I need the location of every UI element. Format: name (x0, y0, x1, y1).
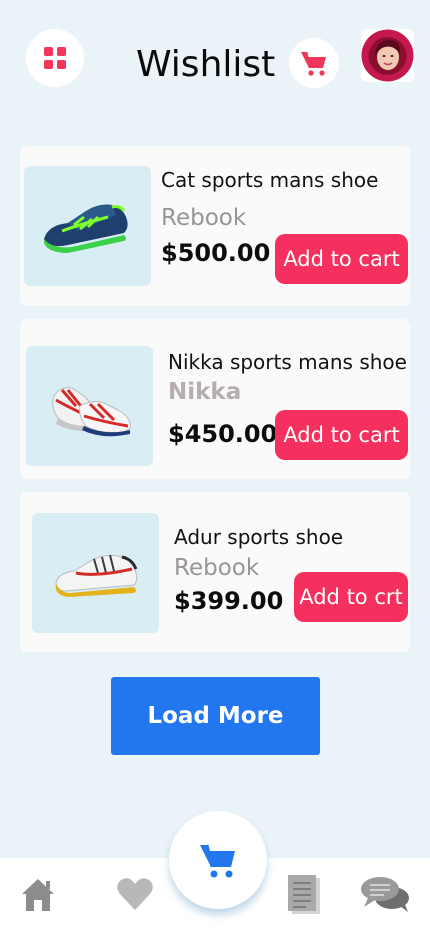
product-thumbnail (32, 513, 159, 633)
grid-menu-icon (44, 47, 66, 69)
product-name: Cat sports mans shoe (161, 168, 379, 192)
home-icon (22, 879, 54, 911)
add-to-cart-button[interactable]: Add to crt (294, 572, 408, 622)
nav-messages[interactable] (360, 874, 412, 919)
cart-icon (301, 51, 326, 76)
product-thumbnail (26, 346, 153, 466)
menu-button[interactable] (26, 29, 84, 87)
product-brand: Rebook (174, 555, 260, 581)
product-name: Adur sports shoe (174, 525, 344, 549)
cart-icon (200, 844, 235, 878)
product-thumbnail (24, 166, 151, 286)
add-to-cart-button[interactable]: Add to cart (275, 234, 408, 284)
wishlist-item: Cat sports mans shoe Rebook $500.00 Add … (20, 146, 410, 306)
heart-icon (117, 878, 153, 910)
page-title: Wishlist (136, 44, 276, 85)
product-brand: Nikka (168, 379, 242, 405)
product-price: $399.00 (174, 587, 284, 615)
cart-fab-button[interactable] (169, 811, 267, 909)
load-more-button[interactable]: Load More (111, 677, 320, 755)
nav-wishlist[interactable] (115, 874, 155, 919)
white-red-sneaker-image (54, 554, 137, 597)
add-to-cart-button[interactable]: Add to cart (275, 410, 408, 460)
product-price: $450.00 (168, 420, 278, 448)
header-cart-button[interactable] (289, 38, 339, 88)
red-white-sneaker-pair-image (51, 387, 131, 437)
product-price: $500.00 (161, 239, 271, 267)
wishlist-item: Nikka sports mans shoe Nikka $450.00 Add… (20, 319, 410, 479)
chat-icon (361, 877, 409, 912)
user-avatar-image (361, 29, 414, 82)
green-sneaker-image (43, 204, 128, 253)
product-name: Nikka sports mans shoe (168, 350, 407, 374)
nav-home[interactable] (18, 874, 58, 919)
wishlist-item: Adur sports shoe Rebook $399.00 Add to c… (20, 492, 410, 652)
document-icon (288, 875, 320, 914)
nav-orders[interactable] (286, 874, 324, 921)
product-brand: Rebook (161, 205, 247, 231)
user-avatar[interactable] (361, 29, 414, 82)
